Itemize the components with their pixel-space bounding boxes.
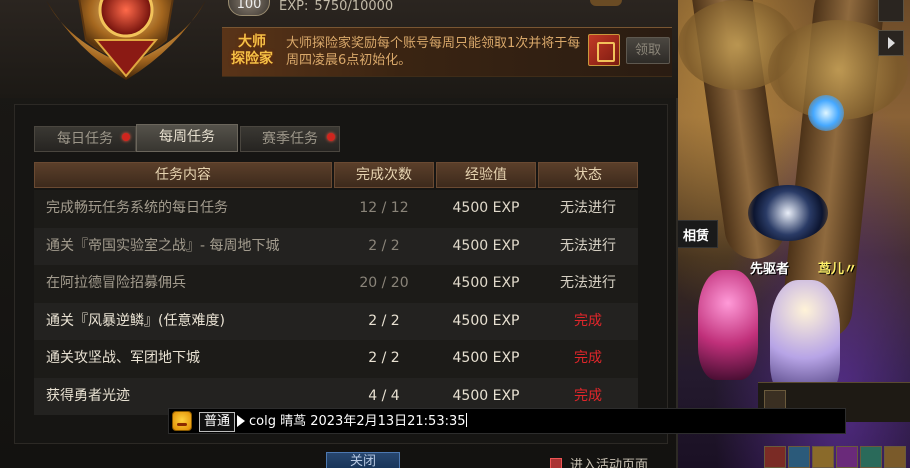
scene-expand-button[interactable] (878, 30, 904, 56)
rent-label: 相赁 (683, 229, 710, 244)
player-name: 茑儿〃 (818, 262, 858, 277)
task-name: 通关攻坚战、军团地下城 (46, 350, 200, 366)
exp-label: EXP: (279, 0, 309, 14)
quick-slot-icon[interactable] (788, 446, 810, 468)
table-row[interactable]: 完成畅玩任务系统的每日任务 12 / 12 4500 EXP 无法进行 (34, 190, 638, 228)
table-row[interactable]: 通关『风暴逆鳞』(任意难度) 2 / 2 4500 EXP 完成 (34, 302, 638, 340)
column-header-task: 任务内容 (34, 162, 332, 188)
rent-tag: 相赁 (678, 220, 718, 248)
emoji-icon[interactable] (172, 411, 192, 431)
task-count: 20 / 20 (359, 275, 409, 291)
task-exp: 4500 EXP (452, 275, 520, 291)
quest-table: 任务内容 完成次数 经验值 状态 完成畅玩任务系统的每日任务 12 / 12 4… (34, 162, 638, 415)
glowing-orb (808, 95, 844, 131)
checkbox-icon[interactable] (550, 458, 562, 468)
task-count: 2 / 2 (368, 350, 400, 366)
banner-title: 大师 探险家 (226, 34, 278, 68)
table-row[interactable]: 在阿拉德冒险招募佣兵 20 / 20 4500 EXP 无法进行 (34, 265, 638, 303)
reward-box-icon[interactable] (588, 34, 620, 66)
level-badge: 100 (228, 0, 270, 16)
column-header-exp: 经验值 (436, 162, 536, 188)
quick-slot-icon[interactable] (812, 446, 834, 468)
task-status: 完成 (574, 350, 602, 366)
task-name: 通关『帝国实验室之战』- 每周地下城 (46, 237, 280, 254)
activity-page-link[interactable]: 进入活动页面 (550, 454, 648, 468)
tab-label: 每周任务 (159, 129, 215, 145)
task-name: 在阿拉德冒险招募佣兵 (46, 275, 186, 291)
activity-label: 进入活动页面 (570, 458, 649, 468)
task-count: 2 / 2 (368, 312, 400, 329)
table-row[interactable]: 通关『帝国实验室之战』- 每周地下城 2 / 2 4500 EXP 无法进行 (34, 227, 638, 265)
table-row[interactable]: 通关攻坚战、军团地下城 2 / 2 4500 EXP 完成 (34, 340, 638, 378)
task-status: 无法进行 (560, 275, 616, 291)
header-tab-button[interactable] (590, 0, 622, 6)
chat-channel-selector[interactable]: 普通 (199, 412, 236, 432)
chat-bar: 普通 colg 晴茑 2023年2月13日21:53:35 (168, 408, 846, 434)
task-exp: 4500 EXP (452, 312, 520, 329)
chat-input[interactable]: colg 晴茑 2023年2月13日21:53:35 (249, 412, 839, 432)
task-exp: 4500 EXP (452, 200, 520, 216)
scene-menu-button[interactable] (878, 0, 904, 22)
play-icon (888, 37, 895, 49)
game-scene: 相赁 先驱者 茑儿〃 (678, 0, 910, 468)
master-explorer-banner: 大师 探险家 大师探险家奖励每个账号每周只能领取1次并将于每周四凌晨6点初始化。… (222, 27, 672, 77)
banner-title-line: 大师 (238, 34, 266, 50)
weekly-quest-window: 100 EXP: 5750/10000 大师 探险家 大师探险家奖励每个账号每周只… (0, 0, 678, 468)
task-exp: 4500 EXP (452, 350, 520, 366)
chat-input-text: colg 晴茑 2023年2月13日21:53:35 (249, 414, 466, 429)
column-header-status: 状态 (538, 162, 638, 188)
quick-slot-icon[interactable] (764, 446, 786, 468)
column-header-count: 完成次数 (334, 162, 434, 188)
rank-emblem-icon (46, 0, 206, 80)
exp-value: 5750/10000 (314, 0, 394, 14)
task-count: 2 / 2 (368, 237, 400, 254)
quick-slot-icon[interactable] (836, 446, 858, 468)
quick-slot-icon[interactable] (860, 446, 882, 468)
banner-title-line: 探险家 (231, 51, 273, 67)
claim-button[interactable]: 领取 (626, 37, 670, 64)
hourglass-gear-icon (748, 185, 828, 241)
banner-description: 大师探险家奖励每个账号每周只能领取1次并将于每周四凌晨6点初始化。 (286, 36, 581, 68)
close-button[interactable]: 关闭 (326, 452, 400, 468)
task-count: 12 / 12 (359, 200, 409, 216)
task-name: 通关『风暴逆鳞』(任意难度) (46, 312, 225, 329)
task-status: 无法进行 (560, 237, 616, 254)
table-header: 任务内容 完成次数 经验值 状态 (34, 162, 638, 190)
tab-label: 赛季任务 (262, 131, 318, 147)
tab-daily[interactable]: 每日任务 (34, 126, 136, 152)
tab-label: 每日任务 (57, 131, 113, 147)
task-status: 完成 (574, 312, 602, 329)
tab-season[interactable]: 赛季任务 (240, 126, 340, 152)
channel-arrow-icon (237, 415, 245, 427)
alert-dot-icon (327, 133, 335, 141)
character-sprite[interactable] (698, 270, 758, 380)
text-cursor (465, 413, 467, 427)
task-exp: 4500 EXP (452, 237, 520, 254)
task-name: 完成畅玩任务系统的每日任务 (46, 200, 228, 216)
tab-weekly[interactable]: 每周任务 (136, 124, 238, 152)
alert-dot-icon (122, 133, 130, 141)
player-name: 先驱者 (750, 262, 790, 277)
exp-display: EXP: 5750/10000 (279, 0, 399, 14)
task-status: 无法进行 (560, 200, 616, 216)
window-header: 100 EXP: 5750/10000 大师 探险家 大师探险家奖励每个账号每周只… (0, 0, 678, 98)
quick-slot-icon[interactable] (884, 446, 906, 468)
